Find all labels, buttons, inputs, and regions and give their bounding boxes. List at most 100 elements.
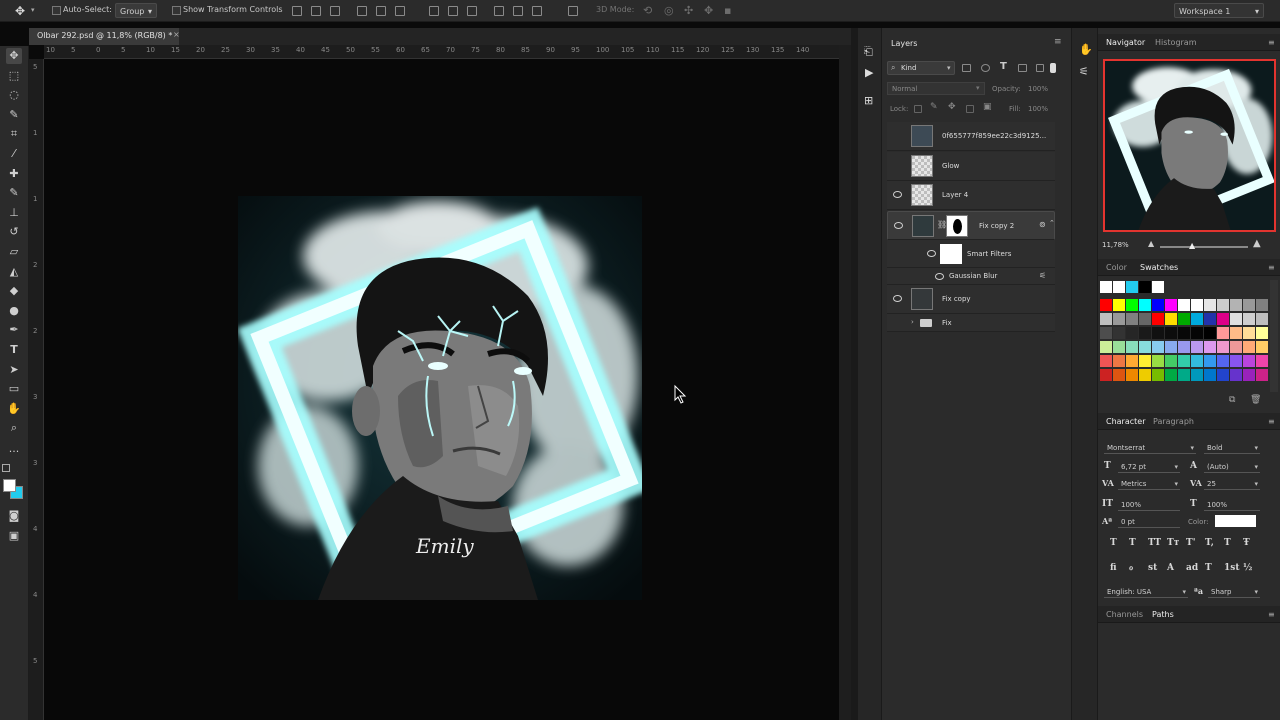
history-panel-icon[interactable]: ⎗ [864, 45, 873, 59]
opacity-value[interactable]: 100% [1028, 85, 1048, 93]
layer-filter-dropdown[interactable]: ⌕ Kind ▾ [887, 61, 955, 75]
default-colors-icon[interactable] [2, 464, 10, 472]
tab-channels[interactable]: Channels [1106, 610, 1143, 619]
color-swatch[interactable] [1230, 355, 1242, 367]
color-swatch[interactable] [1165, 341, 1177, 353]
more-tools-icon[interactable]: ··· [6, 444, 22, 460]
color-swatch[interactable] [1100, 369, 1112, 381]
color-swatch[interactable] [1165, 369, 1177, 381]
vertical-scale-field[interactable]: 100% [1118, 499, 1180, 511]
color-swatch[interactable] [1178, 369, 1190, 381]
color-swatch[interactable] [1256, 341, 1268, 353]
color-swatch[interactable] [1217, 313, 1229, 325]
opentype-feature-button[interactable]: A [1167, 563, 1174, 573]
type-style-button[interactable]: T [1224, 538, 1231, 548]
eyedropper-tool-icon[interactable]: ⁄ [6, 146, 22, 162]
adjustments-icon[interactable]: ⚟ [1079, 65, 1089, 78]
blur-tool-icon[interactable]: ◆ [6, 283, 22, 299]
fill-value[interactable]: 100% [1028, 105, 1048, 113]
color-swatch[interactable] [1256, 327, 1268, 339]
filter-smart-object-icon[interactable] [1036, 64, 1044, 72]
expand-arrow-icon[interactable]: › [911, 318, 914, 326]
color-swatch[interactable] [1152, 369, 1164, 381]
layer-row[interactable]: Layer 4 [887, 181, 1055, 210]
distribute-hcenter-icon[interactable] [513, 6, 523, 16]
layer-row[interactable]: › Fix [887, 314, 1055, 332]
color-swatch[interactable] [1243, 327, 1255, 339]
panel-menu-icon[interactable]: ≡ [1054, 37, 1062, 47]
document-tab[interactable]: Olbar 292.psd @ 11,8% (RGB/8) * × [29, 28, 180, 45]
brush-preset-icon[interactable]: ✋ [1079, 43, 1093, 56]
color-swatch[interactable] [1217, 327, 1229, 339]
color-swatch[interactable] [1204, 313, 1216, 325]
color-swatch[interactable] [1256, 355, 1268, 367]
eraser-tool-icon[interactable]: ▱ [6, 244, 22, 260]
stamp-tool-icon[interactable]: ⊥ [6, 205, 22, 221]
visibility-eye-icon[interactable] [935, 273, 944, 280]
tab-histogram[interactable]: Histogram [1155, 38, 1197, 47]
baseline-shift-field[interactable]: 0 pt [1118, 516, 1180, 528]
color-swatch[interactable] [1113, 355, 1125, 367]
paint-bucket-tool-icon[interactable]: ◭ [6, 264, 22, 280]
color-swatch[interactable] [1113, 299, 1125, 311]
tab-swatches[interactable]: Swatches [1140, 263, 1178, 272]
opentype-feature-button[interactable]: 1st [1224, 563, 1240, 573]
visibility-eye-icon[interactable] [927, 250, 936, 257]
filter-shape-icon[interactable] [1018, 64, 1027, 72]
type-style-button[interactable]: TT [1148, 538, 1161, 548]
color-swatch[interactable] [1100, 281, 1112, 293]
panel-menu-icon[interactable]: ≡ [1268, 610, 1275, 619]
color-swatch[interactable] [1113, 281, 1125, 293]
color-swatch[interactable] [1243, 341, 1255, 353]
color-swatch[interactable] [1256, 313, 1268, 325]
color-swatch[interactable] [1100, 341, 1112, 353]
align-left-icon[interactable] [357, 6, 367, 16]
distribute-bottom-icon[interactable] [467, 6, 477, 16]
color-swatch[interactable] [1217, 299, 1229, 311]
color-swatch[interactable] [1152, 281, 1164, 293]
color-swatch[interactable] [1178, 313, 1190, 325]
color-swatch[interactable] [1191, 341, 1203, 353]
workspace-dropdown[interactable]: Workspace 1 ▾ [1174, 3, 1264, 18]
color-swatch[interactable] [1100, 355, 1112, 367]
color-swatch[interactable] [1113, 369, 1125, 381]
lock-all-icon[interactable]: ▣ [983, 102, 992, 112]
properties-panel-icon[interactable]: ⊞ [864, 94, 873, 107]
tab-paths[interactable]: Paths [1152, 610, 1174, 619]
align-hcenter-icon[interactable] [376, 6, 386, 16]
navigator-zoom-slider[interactable] [1160, 246, 1248, 248]
layer-mask-thumbnail[interactable] [946, 215, 968, 237]
color-swatch[interactable] [1191, 327, 1203, 339]
type-style-button[interactable]: T [1110, 538, 1117, 548]
color-swatch[interactable] [1191, 313, 1203, 325]
color-swatch[interactable] [1204, 327, 1216, 339]
swatches-scrollbar[interactable] [1270, 280, 1278, 392]
color-swatch[interactable] [1100, 327, 1112, 339]
chevron-down-icon[interactable]: ▾ [31, 6, 35, 14]
panel-menu-icon[interactable]: ≡ [1268, 263, 1275, 272]
color-swatch[interactable] [1126, 327, 1138, 339]
color-swatch[interactable] [1139, 341, 1151, 353]
color-swatch[interactable] [1178, 299, 1190, 311]
color-swatch[interactable] [1243, 313, 1255, 325]
move-tool-icon[interactable]: ✥ [15, 4, 25, 18]
color-swatch[interactable] [1256, 299, 1268, 311]
color-swatch[interactable] [1113, 341, 1125, 353]
color-swatch[interactable] [1139, 327, 1151, 339]
tab-character[interactable]: Character [1106, 417, 1146, 426]
zoom-tool-icon[interactable]: ⌕ [6, 420, 22, 436]
align-vcenter-icon[interactable] [311, 6, 321, 16]
color-swatch[interactable] [1152, 313, 1164, 325]
panel-menu-icon[interactable]: ≡ [1268, 417, 1275, 426]
color-swatch[interactable] [1139, 313, 1151, 325]
lock-transparency-icon[interactable] [914, 105, 922, 113]
color-swatch[interactable] [1165, 299, 1177, 311]
foreground-color-swatch[interactable] [3, 479, 16, 492]
rectangle-tool-icon[interactable]: ▭ [6, 381, 22, 397]
tracking-field[interactable]: 25 ▾ [1204, 478, 1260, 490]
zoom-out-icon[interactable]: ▲ [1148, 239, 1154, 248]
move-tool-icon[interactable]: ✥ [6, 48, 22, 64]
align-top-icon[interactable] [292, 6, 302, 16]
color-swatch[interactable] [1204, 299, 1216, 311]
color-swatch[interactable] [1152, 299, 1164, 311]
